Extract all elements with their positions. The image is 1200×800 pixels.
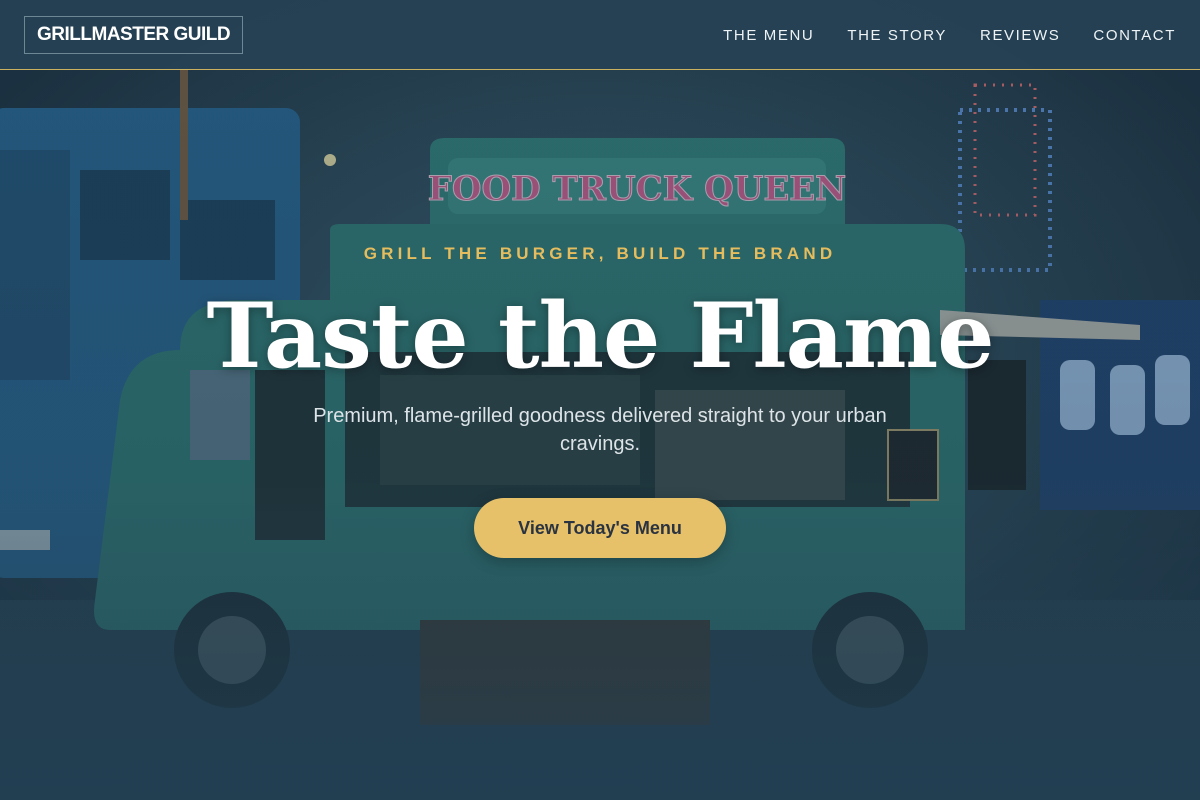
hero-tagline: GRILL THE BURGER, BUILD THE BRAND <box>363 244 837 263</box>
main-nav: THE MENU THE STORY REVIEWS CONTACT <box>723 0 1176 70</box>
nav-link-contact[interactable]: CONTACT <box>1093 27 1176 44</box>
hero-overlay <box>0 0 1200 800</box>
nav-link-reviews[interactable]: REVIEWS <box>980 27 1060 44</box>
top-navigation-bar: GRILLMASTER GUILD THE MENU THE STORY REV… <box>0 0 1200 70</box>
nav-link-the-story[interactable]: THE STORY <box>847 27 947 44</box>
hero-background-image: FOOD TRUCK QUEEN <box>0 0 1200 800</box>
nav-link-the-menu[interactable]: THE MENU <box>723 27 814 44</box>
logo-link[interactable]: GRILLMASTER GUILD <box>24 16 244 54</box>
view-menu-button[interactable]: View Today's Menu <box>474 498 726 558</box>
hero-title: Taste the Flame <box>206 283 994 389</box>
landing-page: FOOD TRUCK QUEEN GRILLMASTER GUILD <box>0 0 1200 800</box>
hero-subtitle: Premium, flame-grilled goodness delivere… <box>313 405 887 455</box>
